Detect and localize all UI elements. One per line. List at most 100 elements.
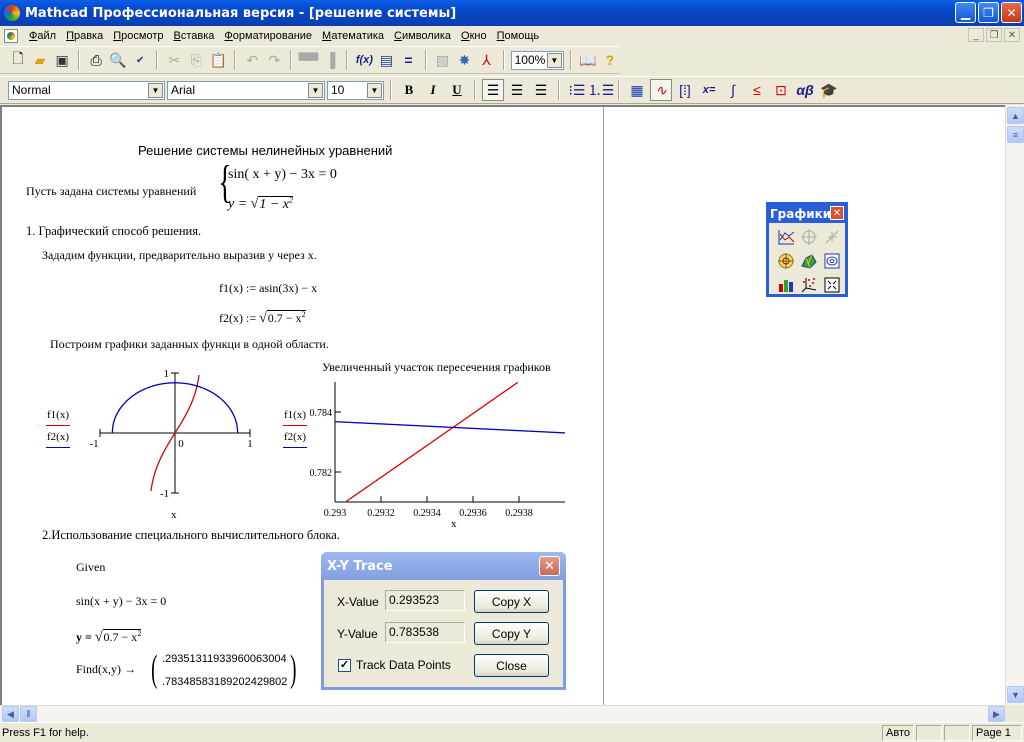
close-dialog-button[interactable]: Close (474, 654, 549, 677)
font-size-select[interactable]: 10 ▼ (327, 80, 384, 100)
programming-palette-button[interactable]: ⊡ (770, 79, 792, 101)
copy-button[interactable]: ⎘ (186, 49, 206, 71)
undo-button[interactable]: ↶ (242, 49, 262, 71)
horizontal-scrollbar[interactable]: ◀ ⦀ ▶ (0, 705, 1005, 722)
graph-palette-button[interactable]: ∿ (650, 79, 672, 101)
zoom-value: 100% (514, 53, 546, 67)
align-across-button[interactable]: ▀▀ (298, 49, 318, 71)
vertical-scrollbar[interactable]: ▲ ≡ ▼ (1005, 105, 1024, 705)
insert-unit-button[interactable]: ▤ (376, 49, 396, 71)
menu-file[interactable]: Файл (24, 30, 61, 42)
underline-button[interactable]: U (446, 79, 468, 101)
dialog-title: X-Y Trace (327, 558, 393, 574)
cut-button[interactable]: ✂ (164, 49, 184, 71)
scroll-left-button[interactable]: ◀ (2, 706, 19, 722)
copy-y-button[interactable]: Copy Y (474, 622, 549, 645)
open-folder-icon: ▰ (34, 51, 46, 68)
doc-restore-button[interactable]: ❐ (986, 28, 1002, 42)
xy-plot-button[interactable] (775, 226, 797, 248)
dialog-close-button[interactable]: ✕ (539, 556, 560, 576)
bullets-button[interactable]: ⁝☰ (566, 79, 588, 101)
paste-button[interactable]: 📋 (208, 49, 228, 71)
chevron-down-icon[interactable]: ▼ (308, 82, 323, 98)
symbolic-palette-button[interactable]: 🎓 (818, 79, 840, 101)
horizontal-scroll-thumb[interactable]: ⦀ (20, 706, 37, 722)
chevron-down-icon[interactable]: ▼ (546, 52, 562, 68)
palette-close-button[interactable]: ✕ (830, 206, 844, 220)
menu-format[interactable]: Форматирование (219, 30, 317, 42)
polar-plot-2-button[interactable] (775, 250, 797, 272)
3d-scatter-plot-button[interactable] (798, 274, 820, 296)
insert-component-button[interactable]: ▧ (433, 49, 453, 71)
dialog-title-bar[interactable]: X-Y Trace (321, 552, 566, 580)
font-select[interactable]: Arial ▼ (167, 80, 325, 100)
scroll-right-button[interactable]: ▶ (988, 706, 1005, 722)
document-icon[interactable] (4, 28, 18, 43)
close-button[interactable]: ✕ (1001, 2, 1022, 23)
menu-window[interactable]: Окно (456, 30, 492, 42)
spellcheck-button[interactable]: ✔ (130, 49, 150, 71)
redo-button[interactable]: ↷ (264, 49, 284, 71)
vertical-scroll-thumb[interactable]: ≡ (1007, 126, 1024, 143)
evaluation-palette-button[interactable]: x= (698, 79, 720, 101)
menu-help[interactable]: Помощь (492, 30, 545, 42)
surface-plot-disabled-button[interactable] (821, 226, 843, 248)
bold-button[interactable]: B (398, 79, 420, 101)
align-center-button[interactable]: ☰ (506, 79, 528, 101)
contour-plot-button[interactable] (821, 250, 843, 272)
component-wizard-button[interactable]: ✸ (455, 49, 475, 71)
resources-button[interactable]: ⅄ (477, 49, 497, 71)
restore-button[interactable]: ❐ (978, 2, 999, 23)
print-button[interactable]: ⎙ (86, 49, 106, 71)
track-data-points-checkbox[interactable]: ✓ (338, 659, 351, 672)
menu-math[interactable]: Математика (317, 30, 389, 42)
surface-plot-button[interactable] (798, 250, 820, 272)
scroll-up-button[interactable]: ▲ (1007, 107, 1024, 124)
align-left-button[interactable]: ☰ (482, 79, 504, 101)
calculator-palette-button[interactable]: ▦ (626, 79, 648, 101)
menu-label: орматирование (232, 29, 313, 42)
polar-plot-button[interactable] (798, 226, 820, 248)
scroll-down-button[interactable]: ▼ (1007, 686, 1024, 703)
doc-close-button[interactable]: ✕ (1004, 28, 1020, 42)
chevron-down-icon: ▼ (1011, 689, 1020, 700)
boolean-palette-button[interactable]: ≤ (746, 79, 768, 101)
menu-view[interactable]: Просмотр (108, 30, 168, 42)
numbering-button[interactable]: ⒈☰ (588, 79, 615, 101)
xy-plot-icon (778, 230, 795, 245)
chevron-down-icon[interactable]: ▼ (148, 82, 163, 98)
print-preview-button[interactable]: 🔍 (108, 49, 128, 71)
new-button[interactable]: 🗋 (8, 49, 28, 71)
plot1-graph[interactable]: -1 0 1 1 -1 (90, 365, 260, 515)
align-right-button[interactable]: ☰ (530, 79, 552, 101)
menu-symbolics[interactable]: Символика (389, 30, 456, 42)
menu-label: омощь (504, 29, 540, 42)
3d-bar-plot-button[interactable] (775, 274, 797, 296)
resource-center-button[interactable]: 📖 (578, 49, 598, 71)
insert-function-button[interactable]: f(x) (354, 49, 374, 71)
greek-palette-button[interactable]: αβ (794, 79, 816, 101)
zoom-select[interactable]: 100% ▼ (510, 50, 564, 70)
italic-button[interactable]: I (422, 79, 444, 101)
matrix-palette-button[interactable]: [⁞] (674, 79, 696, 101)
menu-insert[interactable]: Вставка (168, 30, 219, 42)
x-value-field[interactable]: 0.293523 (385, 590, 465, 611)
align-across-icon: ▀▀ (298, 52, 319, 68)
minimize-button[interactable]: ▁ (955, 2, 976, 23)
copy-x-button[interactable]: Copy X (474, 590, 549, 613)
calculus-palette-button[interactable]: ∫ (722, 79, 744, 101)
style-select[interactable]: Normal ▼ (8, 80, 165, 100)
plot2-graph[interactable]: 0.293 0.2932 0.2934 0.2936 0.2938 0.784 0.782 (300, 372, 570, 517)
align-down-button[interactable]: ▐ (320, 49, 340, 71)
chevron-down-icon[interactable]: ▼ (367, 82, 382, 98)
open-button[interactable]: ▰ (30, 49, 50, 71)
doc-minimize-button[interactable]: _ (968, 28, 984, 42)
vector-field-plot-button[interactable] (821, 274, 843, 296)
menu-edit[interactable]: Правка (61, 30, 108, 42)
y-value-field[interactable]: 0.783538 (385, 622, 465, 643)
save-button[interactable]: ▣ (52, 49, 72, 71)
help-button[interactable]: ? (600, 49, 620, 71)
calculate-button[interactable]: = (398, 49, 418, 71)
graph-palette[interactable]: Графики ✕ (766, 202, 848, 297)
track-data-points-label[interactable]: Track Data Points (356, 658, 451, 672)
